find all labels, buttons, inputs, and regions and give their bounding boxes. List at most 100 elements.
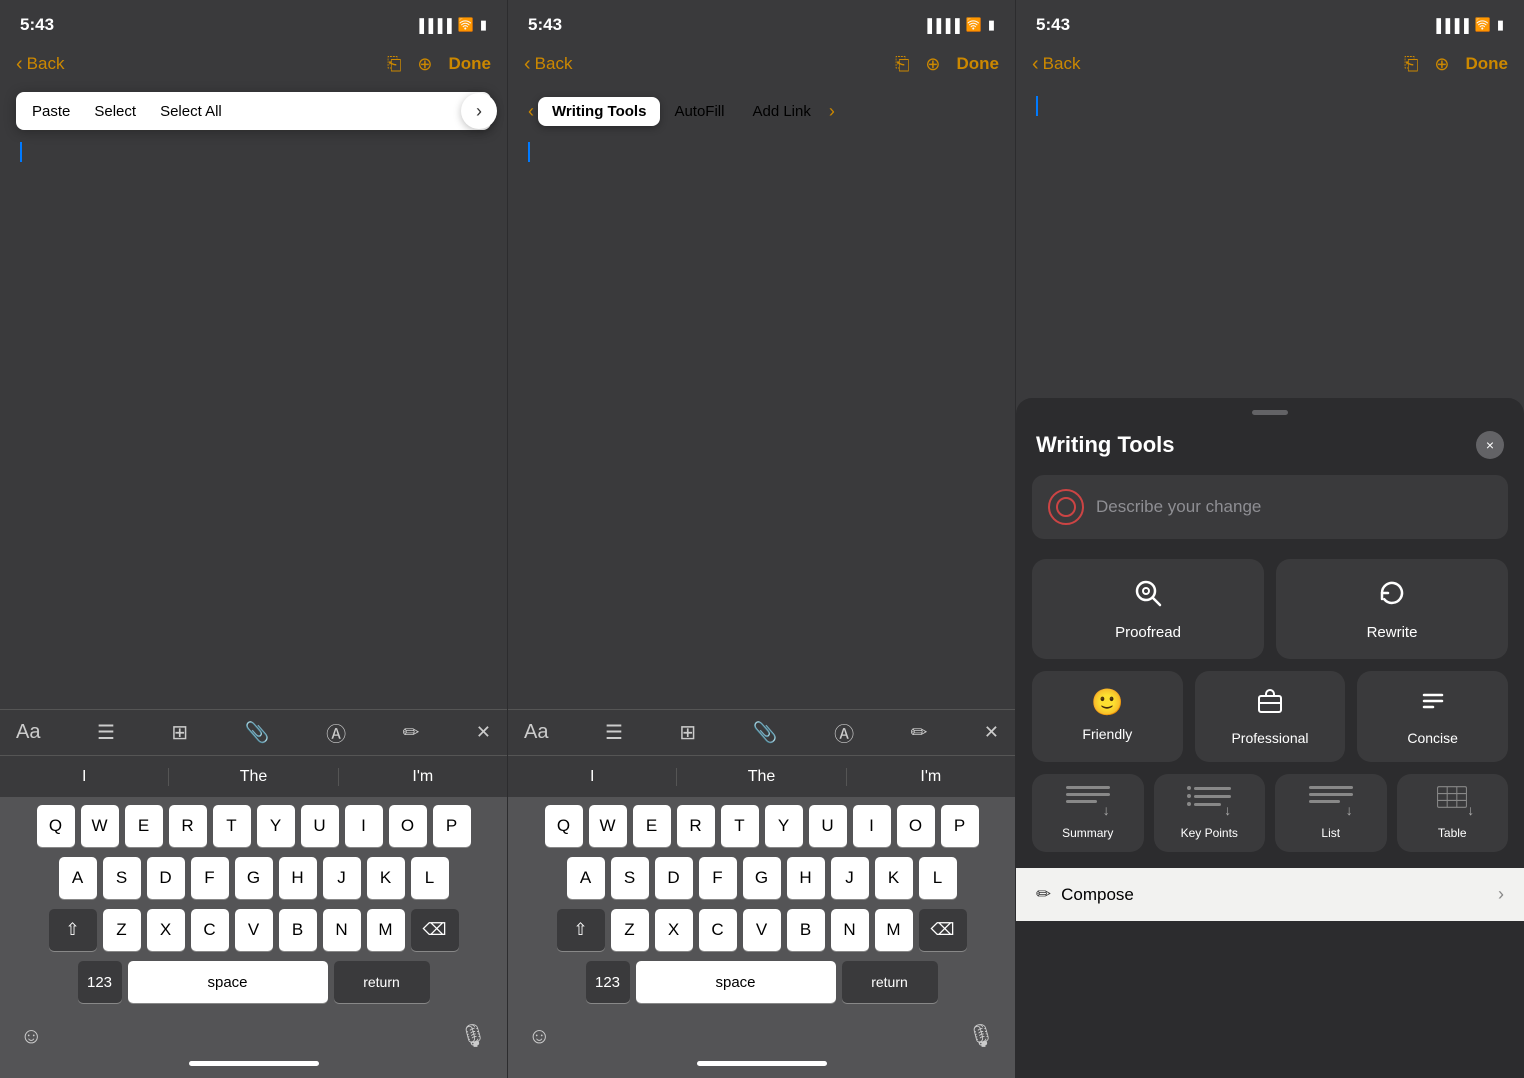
key-numbers-1[interactable]: 123 — [78, 961, 122, 1003]
key-n-2[interactable]: N — [831, 909, 869, 951]
key-t-2[interactable]: T — [721, 805, 759, 847]
list-icon-2[interactable]: ☰ — [605, 720, 623, 745]
key-s-2[interactable]: S — [611, 857, 649, 899]
share-icon-3[interactable]: ⎗ — [1404, 54, 1418, 75]
key-j-2[interactable]: J — [831, 857, 869, 899]
key-l-1[interactable]: L — [411, 857, 449, 899]
format-key-points[interactable]: ↓ Key Points — [1154, 774, 1266, 852]
back-button-1[interactable]: ‹ Back — [16, 53, 64, 76]
autocomplete-word-3[interactable]: I'm — [339, 768, 507, 786]
key-p-2[interactable]: P — [941, 805, 979, 847]
table-icon-2[interactable]: ⊞ — [679, 720, 696, 745]
tool-proofread[interactable]: Proofread — [1032, 559, 1264, 659]
format-list[interactable]: ↓ List — [1275, 774, 1387, 852]
aa-button-1[interactable]: Aa — [16, 721, 40, 744]
list-icon-1[interactable]: ☰ — [97, 720, 115, 745]
describe-input-row[interactable]: Describe your change — [1032, 475, 1508, 539]
key-shift-1[interactable]: ⇧ — [49, 909, 97, 951]
aa-button-2[interactable]: Aa — [524, 721, 548, 744]
text-area-1[interactable] — [0, 134, 507, 709]
tool-rewrite[interactable]: Rewrite — [1276, 559, 1508, 659]
tab-add-link[interactable]: Add Link — [738, 97, 824, 126]
key-return-2[interactable]: return — [842, 961, 938, 1003]
key-g-2[interactable]: G — [743, 857, 781, 899]
key-v-2[interactable]: V — [743, 909, 781, 951]
key-q-2[interactable]: Q — [545, 805, 583, 847]
key-space-2[interactable]: space — [636, 961, 836, 1003]
done-button-1[interactable]: Done — [449, 54, 492, 74]
scribble-icon-1[interactable]: ✏ — [403, 720, 420, 745]
key-shift-2[interactable]: ⇧ — [557, 909, 605, 951]
tab-bar-left-chevron[interactable]: ‹ — [524, 101, 538, 122]
key-c-1[interactable]: C — [191, 909, 229, 951]
key-i-2[interactable]: I — [853, 805, 891, 847]
done-button-2[interactable]: Done — [957, 54, 1000, 74]
key-g-1[interactable]: G — [235, 857, 273, 899]
key-o-1[interactable]: O — [389, 805, 427, 847]
key-p-1[interactable]: P — [433, 805, 471, 847]
tone-friendly[interactable]: 🙂 Friendly — [1032, 671, 1183, 762]
key-h-1[interactable]: H — [279, 857, 317, 899]
mic-icon-1[interactable]: 🎙 — [459, 1023, 487, 1049]
autocomplete-word-5[interactable]: The — [677, 768, 846, 786]
key-x-2[interactable]: X — [655, 909, 693, 951]
key-d-2[interactable]: D — [655, 857, 693, 899]
attach-icon-1[interactable]: 📎 — [245, 720, 270, 745]
key-w-2[interactable]: W — [589, 805, 627, 847]
key-s-1[interactable]: S — [103, 857, 141, 899]
key-h-2[interactable]: H — [787, 857, 825, 899]
key-t-1[interactable]: T — [213, 805, 251, 847]
back-button-3[interactable]: ‹ Back — [1032, 53, 1080, 76]
select-all-button[interactable]: Select All — [148, 101, 234, 122]
key-f-2[interactable]: F — [699, 857, 737, 899]
select-button[interactable]: Select — [82, 101, 148, 122]
paste-button[interactable]: Paste — [20, 101, 82, 122]
key-f-1[interactable]: F — [191, 857, 229, 899]
context-more-button[interactable]: › — [461, 93, 497, 129]
key-u-2[interactable]: U — [809, 805, 847, 847]
key-a-1[interactable]: A — [59, 857, 97, 899]
key-c-2[interactable]: C — [699, 909, 737, 951]
more-icon-2[interactable]: ⊕ — [925, 54, 940, 75]
key-y-2[interactable]: Y — [765, 805, 803, 847]
autocomplete-word-1[interactable]: I — [0, 768, 169, 786]
compose-row[interactable]: ✏ Compose › — [1016, 868, 1524, 921]
tone-concise[interactable]: Concise — [1357, 671, 1508, 762]
key-a-2[interactable]: A — [567, 857, 605, 899]
tone-professional[interactable]: Professional — [1195, 671, 1346, 762]
key-u-1[interactable]: U — [301, 805, 339, 847]
key-q-1[interactable]: Q — [37, 805, 75, 847]
key-y-1[interactable]: Y — [257, 805, 295, 847]
key-k-1[interactable]: K — [367, 857, 405, 899]
key-z-2[interactable]: Z — [611, 909, 649, 951]
format-icon-1[interactable]: Ⓐ — [326, 718, 346, 747]
more-icon-3[interactable]: ⊕ — [1434, 54, 1449, 75]
emoji-icon-1[interactable]: ☺ — [20, 1023, 42, 1049]
key-n-1[interactable]: N — [323, 909, 361, 951]
key-m-2[interactable]: M — [875, 909, 913, 951]
mic-icon-2[interactable]: 🎙 — [967, 1023, 995, 1049]
key-return-1[interactable]: return — [334, 961, 430, 1003]
key-l-2[interactable]: L — [919, 857, 957, 899]
key-j-1[interactable]: J — [323, 857, 361, 899]
share-icon-1[interactable]: ⎗ — [387, 54, 401, 75]
key-numbers-2[interactable]: 123 — [586, 961, 630, 1003]
format-icon-2[interactable]: Ⓐ — [834, 718, 854, 747]
key-r-2[interactable]: R — [677, 805, 715, 847]
format-table[interactable]: ↓ Table — [1397, 774, 1509, 852]
tab-bar-right-chevron[interactable]: › — [825, 101, 839, 122]
scribble-icon-2[interactable]: ✏ — [911, 720, 928, 745]
key-m-1[interactable]: M — [367, 909, 405, 951]
tab-writing-tools[interactable]: Writing Tools — [538, 97, 660, 126]
done-button-3[interactable]: Done — [1466, 54, 1509, 74]
key-b-2[interactable]: B — [787, 909, 825, 951]
emoji-icon-2[interactable]: ☺ — [528, 1023, 550, 1049]
key-b-1[interactable]: B — [279, 909, 317, 951]
key-k-2[interactable]: K — [875, 857, 913, 899]
close-keyboard-button-2[interactable]: ✕ — [984, 722, 999, 743]
key-w-1[interactable]: W — [81, 805, 119, 847]
text-area-2[interactable] — [508, 134, 1015, 709]
text-area-3[interactable] — [1016, 88, 1524, 128]
more-icon-1[interactable]: ⊕ — [417, 54, 432, 75]
key-x-1[interactable]: X — [147, 909, 185, 951]
